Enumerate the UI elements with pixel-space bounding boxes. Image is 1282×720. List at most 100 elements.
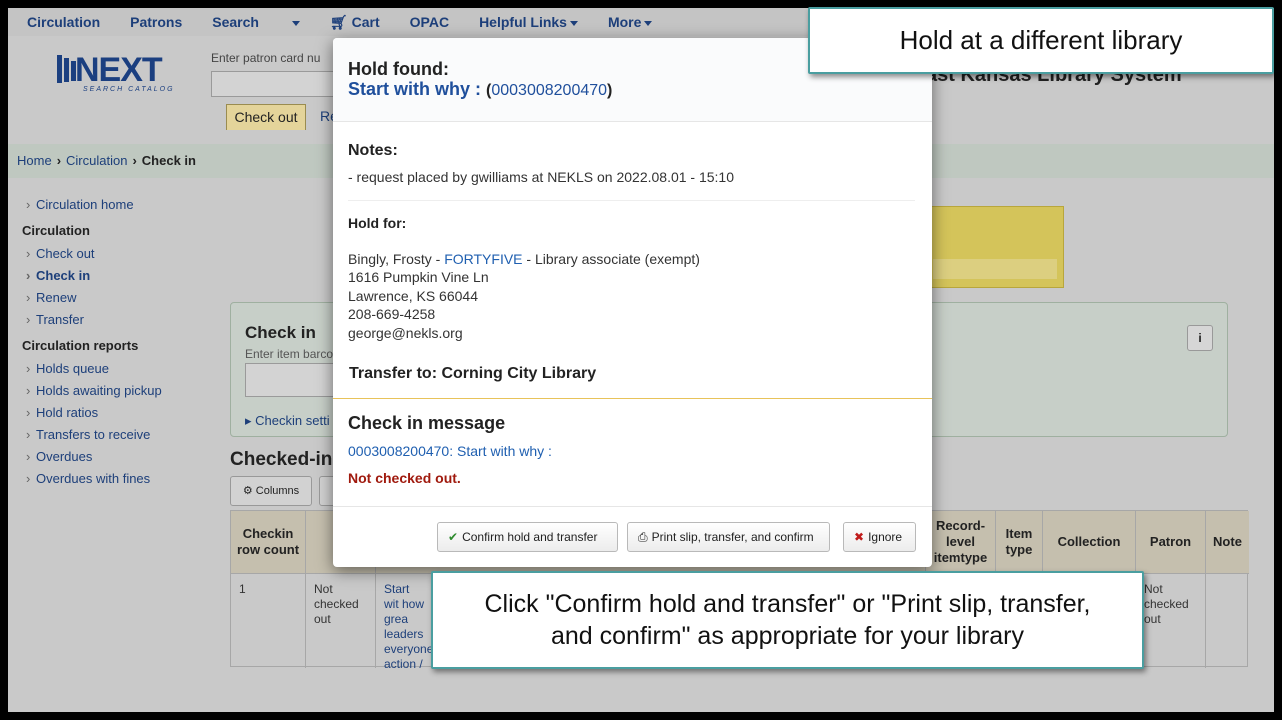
patron-card-link[interactable]: FORTYFIVE [444,251,522,267]
breadcrumb-home[interactable]: Home [17,153,52,168]
warning-alert [926,206,1064,288]
header-item-type[interactable]: Item type [996,511,1043,573]
nav-search[interactable]: Search [212,14,259,30]
sidebar-item-transfer[interactable]: Transfer [22,309,212,331]
annotation-callout-top: Hold at a different library [808,7,1274,74]
nav-helpful-links-label: Helpful Links [479,14,567,30]
sidebar-item-check-in[interactable]: Check in [22,265,212,287]
nav-patrons[interactable]: Patrons [130,14,182,30]
header-collection[interactable]: Collection [1043,511,1136,573]
chevron-down-icon [569,20,578,26]
modal-item-title: Start with why : (0003008200470) [348,79,612,100]
hold-found-modal: Hold found: Start with why : (0003008200… [333,38,932,567]
annotation-callout-bottom: Click "Confirm hold and transfer" or "Pr… [431,571,1144,669]
modal-footer-divider [333,506,932,507]
patron-email: george@nekls.org [348,325,463,341]
divider [348,200,915,201]
nav-search-dropdown[interactable] [289,14,300,30]
chevron-down-icon [291,20,300,26]
sidebar-item-renew[interactable]: Renew [22,287,212,309]
caret-right-icon: ▸ [245,413,252,428]
transfer-to-library: Transfer to: Corning City Library [349,365,597,382]
sidebar-item-circulation-home[interactable]: Circulation home [22,194,212,216]
item-barcode-link[interactable]: 0003008200470 [491,82,607,99]
sidebar-item-hold-ratios[interactable]: Hold ratios [22,402,212,424]
print-icon: ⎙ [638,530,648,544]
checkin-title: Check in [245,323,316,342]
checkin-message-heading: Check in message [348,413,506,433]
section-divider [333,398,932,399]
breadcrumb-separator: › [132,153,137,168]
notes-text: - request placed by gwilliams at NEKLS o… [348,169,735,185]
sidebar-item-check-out[interactable]: Check out [22,243,212,265]
header-checkout-tab[interactable]: Check out [226,104,306,130]
patron-phone: 208-669-4258 [348,306,436,322]
check-icon: ✔ [448,530,459,544]
sidebar-item-holds-queue[interactable]: Holds queue [22,358,212,380]
ignore-button[interactable]: ✖ Ignore [843,522,916,552]
nav-cart[interactable]: 🛒︎ Cart [330,14,380,31]
cell-row-count: 1 [231,573,306,668]
gear-icon: ⚙︎ [242,485,253,497]
paren-close: ) [607,82,613,99]
checkin-settings-label: Checkin setti [255,413,330,428]
next-logo[interactable]: NEXT SEARCH CATALOG [55,51,190,95]
columns-button-label: Columns [255,485,300,497]
not-checked-out-message: Not checked out. [348,470,461,486]
confirm-button-label: Confirm hold and transfer [462,530,598,544]
confirm-hold-and-transfer-button[interactable]: ✔ Confirm hold and transfer [437,522,618,552]
alert-inner [933,259,1057,279]
cell-title[interactable]: Start wit how grea leaders everyone acti… [376,573,436,668]
patron-search-label: Enter patron card nu [211,51,321,65]
nav-helpful-links[interactable]: Helpful Links [479,14,578,30]
cell-patron: Not checked out [1136,573,1206,668]
header-record-level-itemtype[interactable]: Record-level itemtype [926,511,996,573]
cell-note [1206,573,1249,668]
checked-in-title: Checked-in [230,449,333,470]
nav-circulation[interactable]: Circulation [27,14,100,30]
sidebar-nav: Circulation home Circulation Check out C… [22,194,212,490]
breadcrumb-separator: › [56,153,62,168]
columns-button[interactable]: ⚙︎ Columns [230,476,312,506]
print-button-label: Print slip, transfer, and confirm [651,530,814,544]
sidebar-item-holds-awaiting-pickup[interactable]: Holds awaiting pickup [22,380,212,402]
header-note[interactable]: Note [1206,511,1249,573]
header-row-count[interactable]: Checkin row count [231,511,306,573]
chevron-down-icon [644,20,653,26]
nav-opac[interactable]: OPAC [410,14,449,30]
book-logo-icon [57,55,76,83]
logo-text: NEXT [75,51,163,89]
sidebar-heading-circulation: Circulation [22,223,90,238]
sidebar-item-overdues[interactable]: Overdues [22,446,212,468]
notes-heading: Notes: [348,142,398,159]
cell-status: Not checked out [306,573,376,668]
breadcrumb-current: Check in [141,153,196,168]
print-slip-transfer-confirm-button[interactable]: ⎙ Print slip, transfer, and confirm [627,522,830,552]
nav-cart-label: Cart [351,13,380,30]
nav-more-label: More [607,14,642,30]
sidebar-heading-reports: Circulation reports [22,338,139,353]
sidebar-item-transfers-to-receive[interactable]: Transfers to receive [22,424,212,446]
hold-patron-line: Bingly, Frosty - FORTYFIVE - Library ass… [348,251,700,267]
cart-icon: 🛒︎ [329,13,348,30]
checkin-settings-toggle[interactable]: ▸ Checkin setti [245,413,330,429]
callout-line-2: and confirm" as appropriate for your lib… [551,622,1024,650]
header-patron[interactable]: Patron [1136,511,1206,573]
checkin-barcode-input[interactable] [245,363,345,397]
sidebar-item-overdues-with-fines[interactable]: Overdues with fines [22,468,212,490]
item-title-link[interactable]: Start with why : [348,79,481,99]
nav-more[interactable]: More [607,14,653,30]
close-icon: ✖ [854,530,865,544]
patron-address-line2: Lawrence, KS 66044 [348,288,478,304]
ignore-button-label: Ignore [868,530,903,544]
patron-address-line1: 1616 Pumpkin Vine Ln [348,269,489,285]
hold-for-heading: Hold for: [348,215,407,231]
callout-line-1: Click "Confirm hold and transfer" or "Pr… [484,590,1091,618]
patron-category: - Library associate (exempt) [522,251,700,267]
patron-search-input[interactable] [211,71,341,97]
modal-title: Hold found: [348,59,449,79]
patron-name: Bingly, Frosty - [348,251,445,267]
checkin-message-item-link[interactable]: 0003008200470: Start with why : [348,443,552,459]
breadcrumb-circulation[interactable]: Circulation [66,153,127,168]
info-button[interactable]: i [1187,325,1213,351]
